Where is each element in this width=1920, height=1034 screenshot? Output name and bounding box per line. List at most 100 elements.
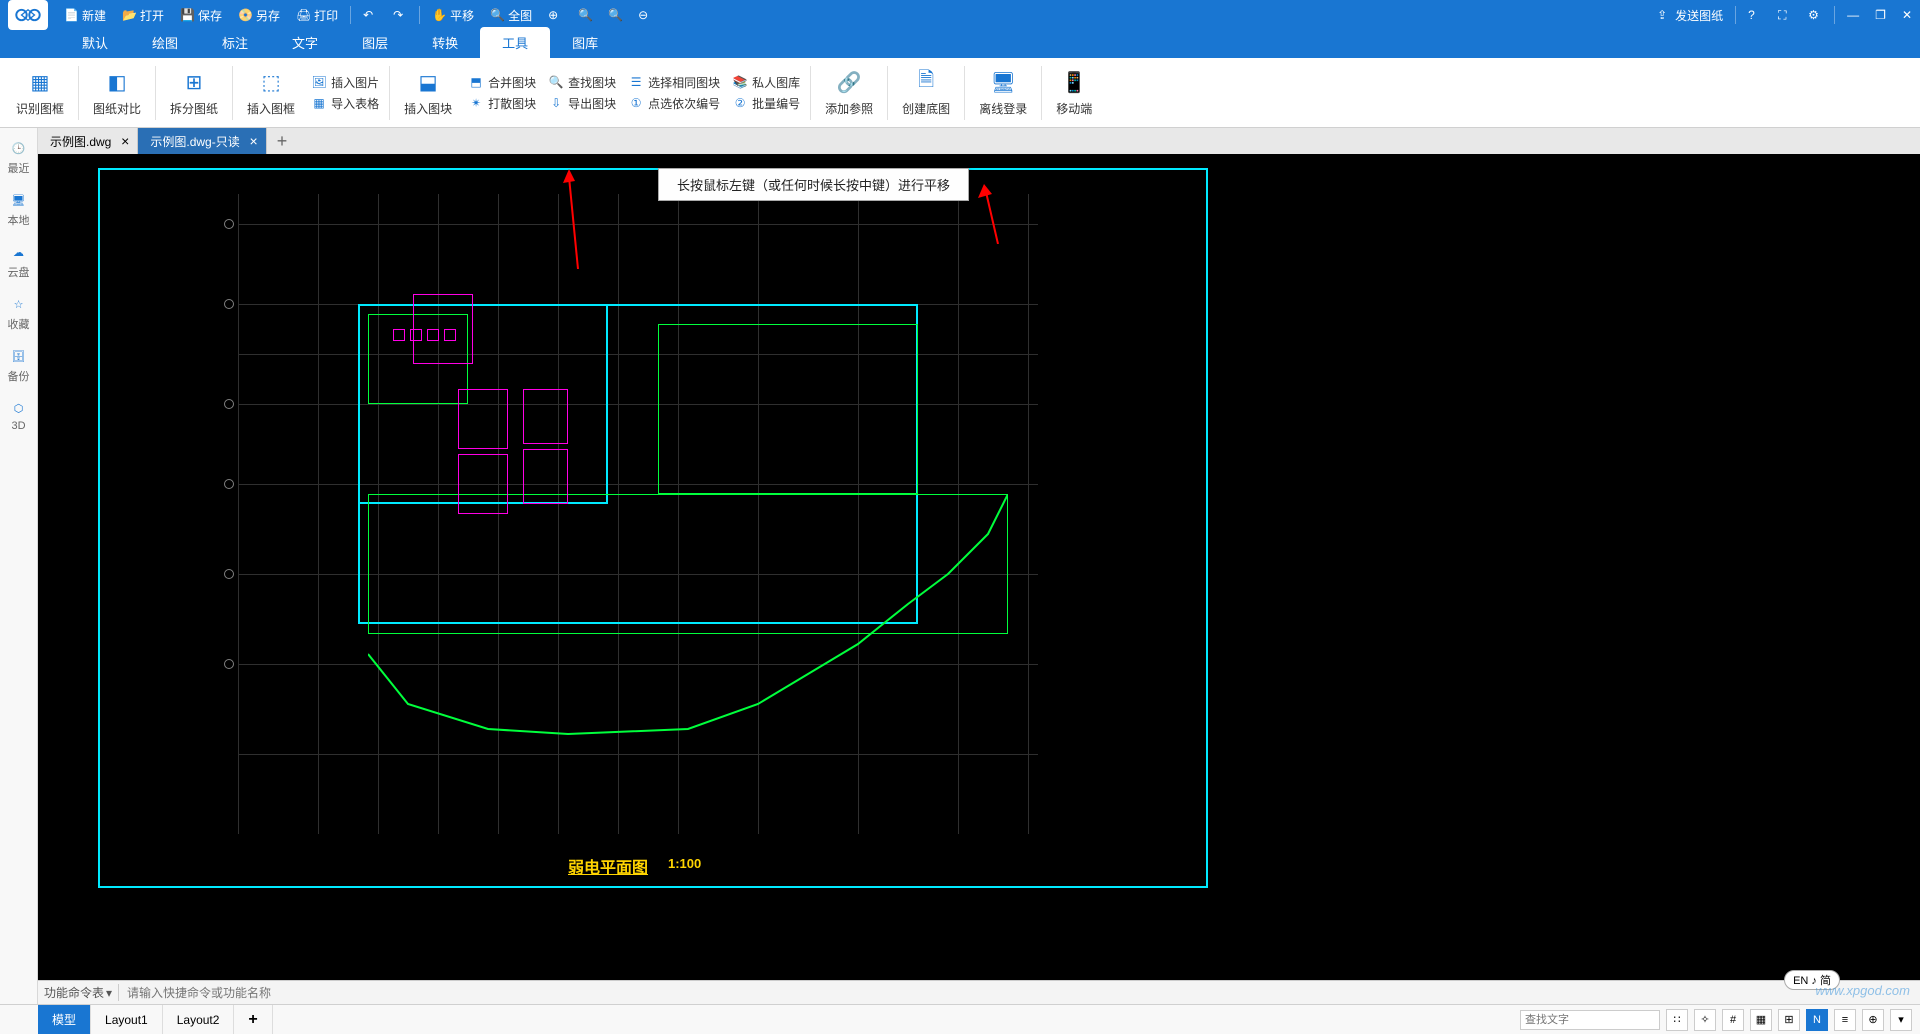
main-area: 示例图.dwg× 示例图.dwg-只读× + xyxy=(38,128,1920,1004)
status-toggle-osnap[interactable]: N xyxy=(1806,1009,1828,1031)
pan-button[interactable]: ✋平移 xyxy=(424,0,482,30)
close-window-button[interactable]: ✕ xyxy=(1894,0,1920,30)
ribbon-label: 选择相同图块 xyxy=(648,74,720,91)
status-toggle-grid2[interactable]: ▦ xyxy=(1750,1009,1772,1031)
ribbon-select-same[interactable]: ☰选择相同图块 xyxy=(628,74,720,91)
ribbon-batch-number[interactable]: ②批量编号 xyxy=(732,95,800,112)
ribbon-identify-frame[interactable]: ▦识别图框 xyxy=(6,68,74,117)
find-text-input[interactable] xyxy=(1520,1010,1660,1030)
menu-convert[interactable]: 转换 xyxy=(410,27,480,58)
command-table-button[interactable]: 功能命令表▾ xyxy=(44,984,119,1001)
send-drawing-button[interactable]: ⇪发送图纸 xyxy=(1649,0,1731,30)
document-tab[interactable]: 示例图.dwg-只读× xyxy=(138,128,266,154)
reference-icon: 🔗 xyxy=(835,68,863,96)
layout-tab-model[interactable]: 模型 xyxy=(38,1005,91,1034)
sidebar-local[interactable]: 🖥本地 xyxy=(8,190,30,228)
image-icon: 🖼 xyxy=(311,74,327,90)
ribbon-mobile[interactable]: 📱移动端 xyxy=(1046,68,1102,117)
status-toggle-dyn[interactable]: ⊕ xyxy=(1862,1009,1884,1031)
menu-library[interactable]: 图库 xyxy=(550,27,620,58)
document-tabs: 示例图.dwg× 示例图.dwg-只读× + xyxy=(38,128,1920,154)
tab-close-icon[interactable]: × xyxy=(250,133,258,149)
titlebar-right: ⇪发送图纸 ? ⛶ ⚙ — ❐ ✕ xyxy=(1649,0,1920,30)
ribbon-click-number[interactable]: ①点选依次编号 xyxy=(628,95,720,112)
fullscreen-button[interactable]: ⛶ xyxy=(1770,0,1800,30)
sidebar-backup[interactable]: 🗄备份 xyxy=(8,346,30,384)
status-toggle-grid[interactable]: ∷ xyxy=(1666,1009,1688,1031)
ribbon-merge-block[interactable]: ⬒合并图块 xyxy=(468,74,536,91)
ribbon-export-block[interactable]: ⇩导出图块 xyxy=(548,95,616,112)
annotation-arrow-icon xyxy=(563,169,593,269)
insert-frame-icon: ⬚ xyxy=(257,68,285,96)
redo-icon: ↷ xyxy=(393,8,407,22)
redo-button[interactable]: ↷ xyxy=(385,0,415,30)
zoom-out-icon: ⊖ xyxy=(638,8,652,22)
menu-draw[interactable]: 绘图 xyxy=(130,27,200,58)
zoom-realtime-button[interactable]: 🔍 xyxy=(600,0,630,30)
ribbon-private-lib[interactable]: 📚私人图库 xyxy=(732,74,800,91)
separator xyxy=(232,66,233,120)
sidebar-3d[interactable]: ⬡3D xyxy=(9,398,29,432)
pan-label: 平移 xyxy=(450,7,474,24)
ribbon-insert-frame[interactable]: ⬚插入图框 xyxy=(237,68,305,117)
status-toggle-ortho[interactable]: # xyxy=(1722,1009,1744,1031)
cloud-icon: ☁ xyxy=(9,242,29,262)
undo-button[interactable]: ↶ xyxy=(355,0,385,30)
ribbon-offline-login[interactable]: 🖥离线登录 xyxy=(969,68,1037,117)
status-bar: 模型 Layout1 Layout2 + ∷ ✧ # ▦ ⊞ N ≡ ⊕ ▾ xyxy=(0,1004,1920,1034)
zoom-extents-button[interactable]: 🔍全图 xyxy=(482,0,540,30)
saveas-button[interactable]: 📀另存 xyxy=(230,0,288,30)
maximize-button[interactable]: ❐ xyxy=(1867,0,1894,30)
menu-default[interactable]: 默认 xyxy=(60,27,130,58)
add-layout-button[interactable]: + xyxy=(234,1005,272,1034)
ribbon-col-block1: ⬒合并图块 ✴打散图块 xyxy=(462,74,542,112)
ribbon-insert-image[interactable]: 🖼插入图片 xyxy=(311,74,379,91)
explode-icon: ✴ xyxy=(468,95,484,111)
ribbon-add-reference[interactable]: 🔗添加参照 xyxy=(815,68,883,117)
find-block-icon: 🔍 xyxy=(548,74,564,90)
ribbon-label: 查找图块 xyxy=(568,74,616,91)
save-button[interactable]: 💾保存 xyxy=(172,0,230,30)
menu-annotate[interactable]: 标注 xyxy=(200,27,270,58)
zoom-in-button[interactable]: ⊕ xyxy=(540,0,570,30)
zoom-out-button[interactable]: ⊖ xyxy=(630,0,660,30)
sidebar-cloud[interactable]: ☁云盘 xyxy=(8,242,30,280)
zoom-window-button[interactable]: 🔍 xyxy=(570,0,600,30)
ribbon-split[interactable]: ⊞拆分图纸 xyxy=(160,68,228,117)
document-tab[interactable]: 示例图.dwg× xyxy=(38,128,138,154)
ribbon-label: 导出图块 xyxy=(568,95,616,112)
menu-layer[interactable]: 图层 xyxy=(340,27,410,58)
minimize-button[interactable]: — xyxy=(1839,0,1867,30)
status-toggle-lwt[interactable]: ≡ xyxy=(1834,1009,1856,1031)
chevron-down-icon: ▾ xyxy=(1898,1013,1904,1026)
layout-tab-2[interactable]: Layout2 xyxy=(163,1005,235,1034)
ribbon-label: 插入图块 xyxy=(404,100,452,117)
status-toggle-polar[interactable]: ⊞ xyxy=(1778,1009,1800,1031)
tab-close-icon[interactable]: × xyxy=(121,133,129,149)
ribbon-label: 离线登录 xyxy=(979,100,1027,117)
ribbon-compare[interactable]: ◧图纸对比 xyxy=(83,68,151,117)
drawing-canvas[interactable]: 弱电平面图 1:100 长按鼠标左键（或任何时候长按中键）进行平移 xyxy=(38,154,1920,980)
new-button[interactable]: 📄新建 xyxy=(56,0,114,30)
cad-drawing xyxy=(238,194,1038,834)
ribbon-import-table[interactable]: ▦导入表格 xyxy=(311,95,379,112)
sidebar-favorite[interactable]: ☆收藏 xyxy=(8,294,30,332)
add-tab-button[interactable]: + xyxy=(267,131,298,152)
ribbon-explode-block[interactable]: ✴打散图块 xyxy=(468,95,536,112)
settings-button[interactable]: ⚙ xyxy=(1800,0,1830,30)
menu-text[interactable]: 文字 xyxy=(270,27,340,58)
ribbon-create-base[interactable]: 🗎创建底图 xyxy=(892,68,960,117)
ribbon-insert-block[interactable]: ⬓插入图块 xyxy=(394,68,462,117)
help-button[interactable]: ? xyxy=(1740,0,1770,30)
status-toggle-more[interactable]: ▾ xyxy=(1890,1009,1912,1031)
open-label: 打开 xyxy=(140,7,164,24)
ribbon-col-block2: 🔍查找图块 ⇩导出图块 xyxy=(542,74,622,112)
status-toggle-snap[interactable]: ✧ xyxy=(1694,1009,1716,1031)
print-button[interactable]: 🖨打印 xyxy=(288,0,346,30)
command-input[interactable] xyxy=(119,986,1914,1000)
sidebar-recent[interactable]: 🕒最近 xyxy=(8,138,30,176)
menu-tools[interactable]: 工具 xyxy=(480,27,550,58)
ribbon-find-block[interactable]: 🔍查找图块 xyxy=(548,74,616,91)
open-button[interactable]: 📂打开 xyxy=(114,0,172,30)
layout-tab-1[interactable]: Layout1 xyxy=(91,1005,163,1034)
